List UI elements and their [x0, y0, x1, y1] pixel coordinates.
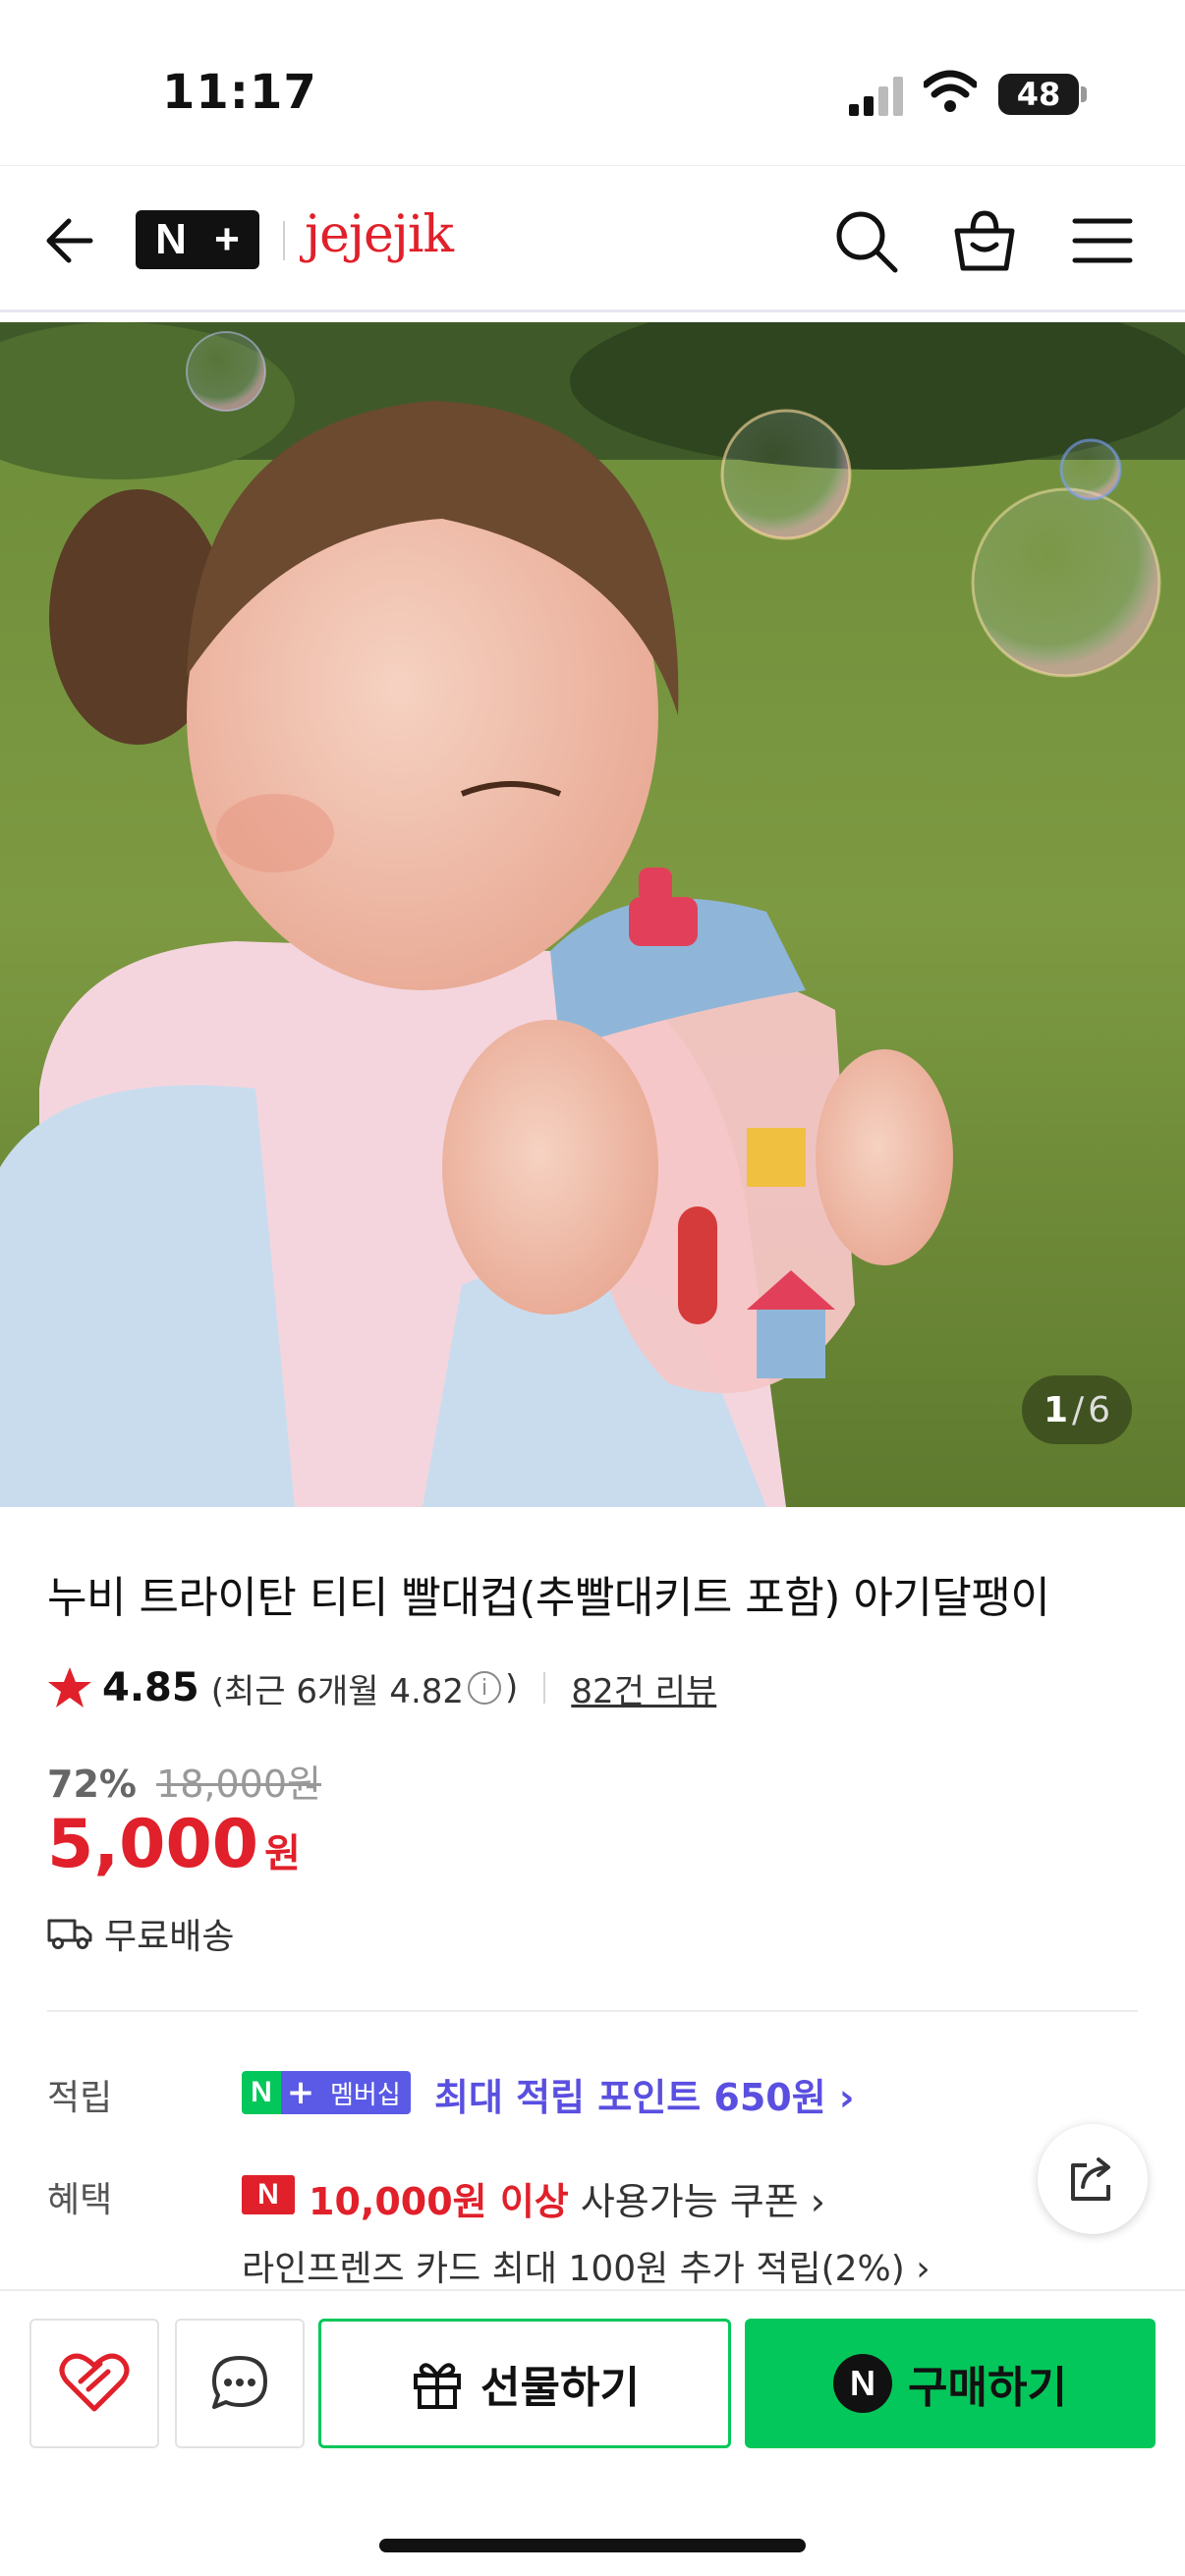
status-bar: 11:17 48 [0, 0, 1185, 165]
back-arrow-icon[interactable] [39, 209, 102, 272]
price-unit: 원 [264, 1831, 301, 1876]
gift-button[interactable]: 선물하기 [318, 2319, 731, 2448]
shipping-text: 무료배송 [104, 1917, 235, 1957]
coupon-link[interactable]: 10,000원 이상 사용가능 쿠폰 › [309, 2171, 825, 2225]
original-price: 18,000원 [156, 1763, 321, 1806]
shopping-bag-icon[interactable] [949, 205, 1020, 276]
cellular-signal-icon [849, 77, 903, 116]
coupon-amount: 10,000원 이상 [309, 2180, 569, 2223]
status-time: 11:17 [162, 65, 317, 120]
chat-icon [212, 2356, 267, 2409]
home-indicator[interactable] [379, 2539, 806, 2552]
gift-icon [414, 2363, 462, 2409]
membership-badge-plus: + [281, 2071, 320, 2114]
bottom-action-bar: 선물하기 N 구매하기 [0, 2289, 1185, 2576]
discount-rate: 72% [47, 1763, 137, 1806]
star-icon [48, 1667, 91, 1708]
chat-button[interactable] [175, 2319, 305, 2448]
naver-plus-logo[interactable]: N + [136, 210, 259, 269]
membership-badge-n: N [242, 2071, 281, 2114]
sale-price: 5,000 원 [47, 1806, 301, 1883]
image-counter-current: 1 [1043, 1389, 1068, 1430]
product-photo-illustration [0, 322, 1185, 1507]
share-button[interactable] [1038, 2124, 1148, 2234]
logo-divider [283, 221, 285, 260]
points-label: 적립 [47, 2078, 113, 2118]
image-counter: 1 / 6 [1022, 1375, 1132, 1444]
coupon-badge: N [242, 2175, 295, 2214]
image-counter-total: 6 [1088, 1389, 1111, 1430]
shipping-info: 무료배송 [47, 1908, 234, 1959]
store-brand-name[interactable]: jejejik [305, 205, 454, 264]
wishlist-button[interactable] [29, 2319, 159, 2448]
image-counter-separator: / [1072, 1389, 1085, 1430]
review-count-link[interactable]: 82건 리뷰 [571, 1664, 716, 1712]
section-divider [47, 2010, 1138, 2012]
price-value: 5,000 [47, 1806, 259, 1883]
logo-plus: + [214, 215, 240, 263]
benefit-label: 혜택 [47, 2180, 113, 2220]
card-benefit-link[interactable]: 라인프렌즈 카드 최대 100원 추가 적립(2%) › [242, 2240, 931, 2291]
naver-pay-icon: N [833, 2354, 893, 2413]
search-icon[interactable] [830, 205, 901, 276]
product-image[interactable] [0, 322, 1185, 1507]
buy-button-label: 구매하기 [908, 2363, 1067, 2413]
max-points-link[interactable]: 최대 적립 포인트 650원 › [434, 2067, 855, 2121]
membership-badge-text: 멤버십 [320, 2071, 411, 2114]
logo-n: N [155, 215, 187, 263]
heart-icon [59, 2353, 130, 2412]
truck-icon [47, 1919, 92, 1949]
membership-badge: N + 멤버십 [242, 2071, 411, 2114]
rating-recent-text: (최근 6개월 4.82 [210, 1671, 465, 1711]
rating-row: 4.85 (최근 6개월 4.82 i ) 82건 리뷰 [47, 1660, 716, 1715]
coupon-text: 사용가능 쿠폰 › [568, 2180, 825, 2223]
info-icon[interactable]: i [468, 1671, 502, 1705]
gift-button-label: 선물하기 [480, 2363, 640, 2413]
buy-button[interactable]: N 구매하기 [745, 2319, 1156, 2448]
battery-icon: 48 [998, 74, 1087, 115]
rating-separator [543, 1672, 546, 1704]
top-nav: N + jejejik [0, 165, 1185, 312]
discount-row: 72% 18,000원 [47, 1754, 321, 1808]
rating-value: 4.85 [102, 1665, 199, 1710]
product-title: 누비 트라이탄 티티 빨대컵(추빨대키트 포함) 아기달팽이 [47, 1573, 1050, 1623]
rating-recent-close: ) [505, 1668, 519, 1708]
wifi-icon [924, 70, 977, 112]
share-icon [1071, 2157, 1110, 2201]
menu-icon[interactable] [1067, 205, 1138, 276]
